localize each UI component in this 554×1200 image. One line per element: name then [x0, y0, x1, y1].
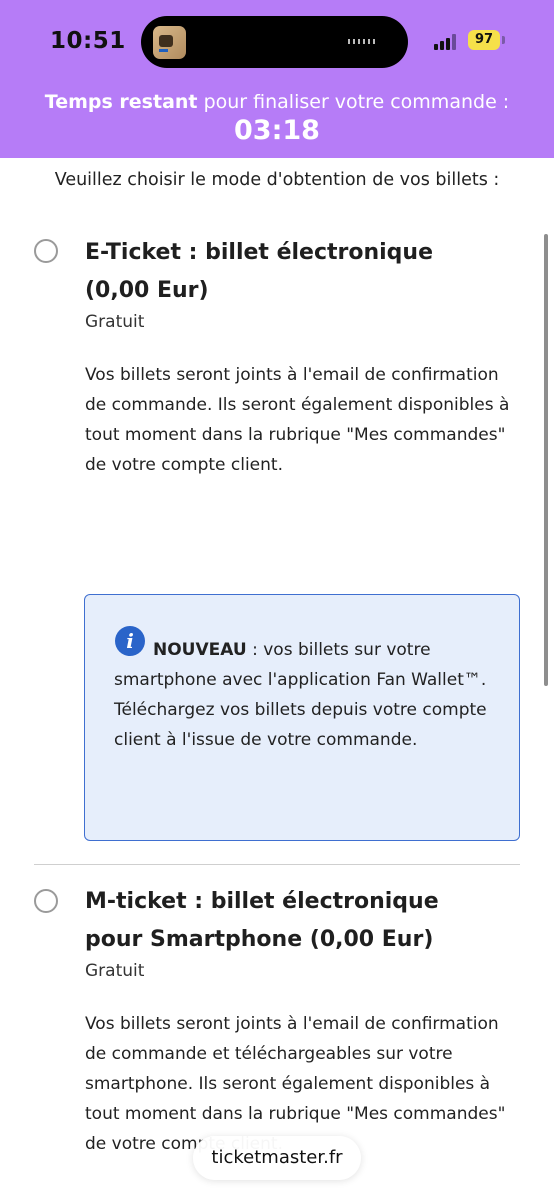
timer-label-bold: Temps restant	[44, 91, 198, 113]
info-lead: NOUVEAU	[153, 640, 247, 660]
info-body-2: Téléchargez vos billets depuis votre com…	[114, 700, 487, 750]
mticket-price: Gratuit	[85, 961, 145, 981]
status-time: 10:51	[50, 28, 126, 54]
scrollbar[interactable]	[544, 234, 548, 686]
dynamic-island[interactable]	[141, 16, 408, 68]
mticket-title[interactable]: M-ticket : billet électronique pour Smar…	[85, 883, 495, 959]
info-text: NOUVEAU : vos billets sur votre smartpho…	[114, 635, 494, 755]
option-divider	[34, 864, 520, 865]
battery-icon: 97	[468, 30, 500, 50]
delivery-mode-instruction: Veuillez choisir le mode d'obtention de …	[54, 170, 500, 190]
audio-waveform-icon	[348, 39, 378, 44]
signal-strength-icon	[434, 34, 460, 50]
fan-wallet-info-box: i NOUVEAU : vos billets sur votre smartp…	[84, 594, 520, 841]
battery-tip	[502, 36, 505, 44]
timer-header: 10:51 97 Temps restant pour finaliser vo…	[0, 0, 554, 158]
eticket-price: Gratuit	[85, 312, 145, 332]
timer-label-rest: pour finaliser votre commande :	[203, 91, 510, 113]
eticket-description: Vos billets seront joints à l'email de c…	[85, 365, 510, 475]
mticket-radio[interactable]	[34, 889, 58, 913]
now-playing-thumbnail-icon	[153, 26, 186, 59]
browser-url-bar[interactable]: ticketmaster.fr	[193, 1136, 361, 1180]
eticket-title[interactable]: E-Ticket : billet électronique (0,00 Eur…	[85, 234, 495, 310]
status-bar: 10:51 97	[0, 0, 554, 84]
timer-countdown: 03:18	[234, 115, 320, 146]
timer-label: Temps restant pour finaliser votre comma…	[0, 91, 554, 113]
eticket-radio[interactable]	[34, 239, 58, 263]
